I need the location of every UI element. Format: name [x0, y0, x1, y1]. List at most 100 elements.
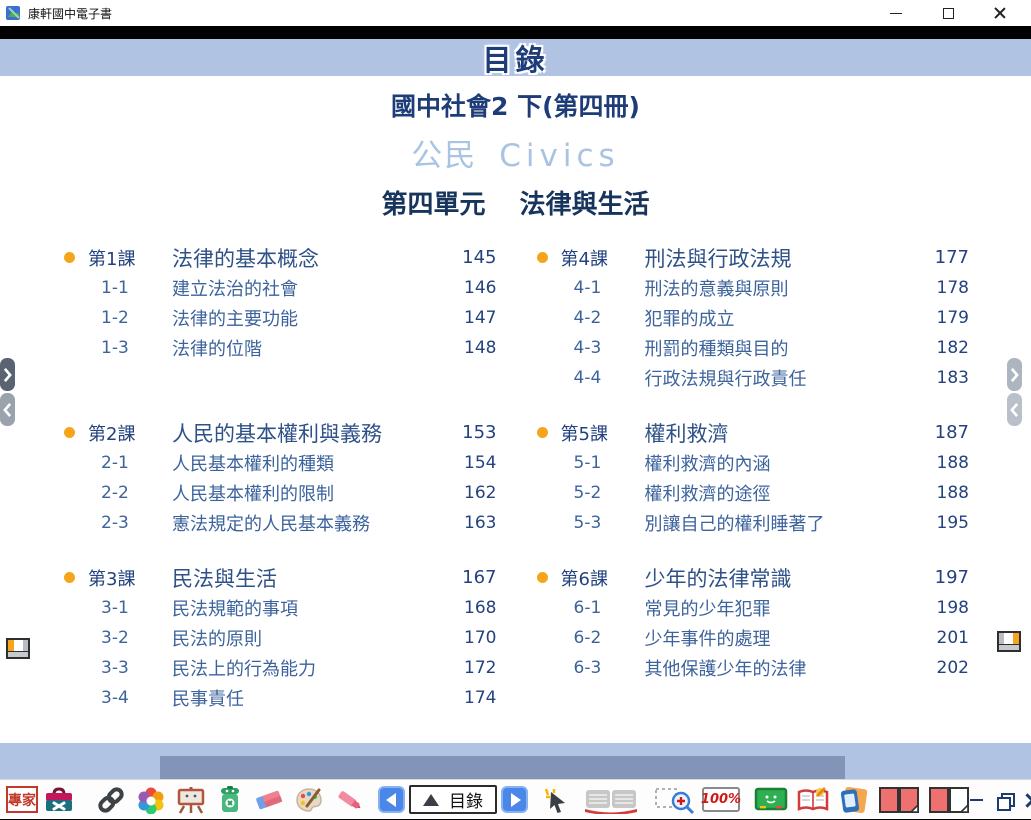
link-icon[interactable] [96, 786, 126, 814]
window-title: 康軒國中電子書 [28, 5, 112, 22]
toc-subitem[interactable]: 5-2 權利救濟的途徑 188 [535, 478, 970, 508]
toc-subitem[interactable]: 2-2 人民基本權利的限制 162 [62, 478, 497, 508]
marker-icon[interactable] [334, 786, 364, 814]
blackboard-icon[interactable] [754, 786, 788, 814]
next-page-preview-bar[interactable] [160, 756, 845, 779]
subitem-number: 3-2 [88, 628, 172, 648]
subitem-page-number: 172 [443, 658, 497, 678]
toc-subitem[interactable]: 5-1 權利救濟的內涵 188 [535, 448, 970, 478]
subitem-title: 常見的少年犯罪 [645, 595, 916, 621]
toc-lesson: 第3課 民法與生活 167 3-1 民法規範的事項 168 3-2 民法的原則 … [62, 562, 497, 713]
toc-subitem[interactable]: 5-3 別讓自己的權利睡著了 195 [535, 508, 970, 538]
subitem-title: 憲法規定的人民基本義務 [172, 510, 443, 536]
lesson-page-number: 145 [443, 247, 497, 268]
open-book-icon[interactable] [582, 786, 640, 814]
toc-subitem[interactable]: 6-1 常見的少年犯罪 198 [535, 593, 970, 623]
page-flip-right-button[interactable] [997, 631, 1021, 652]
zoom-area-icon[interactable] [654, 785, 696, 815]
notebook-pencil-icon[interactable] [796, 786, 830, 814]
left-panel-expand-button[interactable] [0, 358, 15, 391]
lesson-page-number: 187 [915, 422, 969, 443]
two-page-half-icon[interactable] [928, 785, 970, 815]
toc-lesson-head[interactable]: 第4課 刑法與行政法規 177 [535, 242, 970, 273]
subitem-page-number: 174 [443, 688, 497, 708]
toc-subitem[interactable]: 2-3 憲法規定的人民基本義務 163 [62, 508, 497, 538]
toolbox-icon[interactable] [44, 786, 74, 814]
subitem-page-number: 188 [915, 453, 969, 473]
zoom-level-indicator[interactable]: 100% [702, 787, 740, 812]
subitem-page-number: 202 [915, 658, 969, 678]
page-flip-left-button[interactable] [6, 638, 30, 659]
toc-lesson-head[interactable]: 第3課 民法與生活 167 [62, 562, 497, 593]
app-close-button[interactable] [1025, 793, 1031, 807]
subitem-number: 3-1 [88, 598, 172, 618]
page-title: 目錄 [482, 37, 548, 79]
subitem-page-number: 162 [443, 483, 497, 503]
subitem-number: 6-1 [561, 598, 645, 618]
lesson-title: 少年的法律常識 [645, 563, 916, 593]
subitem-number: 3-3 [88, 658, 172, 678]
expert-mode-button-left[interactable]: 專家 [6, 786, 38, 813]
subitem-title: 人民基本權利的種類 [172, 450, 443, 476]
eraser-icon[interactable] [254, 786, 284, 814]
window-minimize-button[interactable] [885, 4, 907, 22]
subitem-number: 4-2 [561, 308, 645, 328]
easel-icon[interactable] [176, 786, 206, 814]
subitem-page-number: 201 [915, 628, 969, 648]
subitem-title: 刑法的意義與原則 [645, 275, 916, 301]
unit-label: 第四單元 [381, 190, 485, 220]
toc-lesson: 第6課 少年的法律常識 197 6-1 常見的少年犯罪 198 6-2 少年事件… [535, 562, 970, 713]
lesson-bullet-icon [537, 427, 548, 438]
lesson-number: 第1課 [88, 245, 172, 271]
window-maximize-button[interactable] [937, 4, 959, 22]
toc-subitem[interactable]: 3-4 民事責任 174 [62, 683, 497, 713]
subitem-page-number: 195 [915, 513, 969, 533]
lesson-page-number: 167 [443, 567, 497, 588]
recycle-robot-icon[interactable] [216, 786, 244, 814]
page-select-box[interactable]: 目錄 [409, 785, 497, 814]
toc-subitem[interactable]: 1-3 法律的位階 148 [62, 333, 497, 363]
toc-subitem[interactable]: 3-1 民法規範的事項 168 [62, 593, 497, 623]
toc-grid: 第1課 法律的基本概念 145 1-1 建立法治的社會 146 1-2 法律的主… [62, 242, 969, 713]
toc-lesson-head[interactable]: 第2課 人民的基本權利與義務 153 [62, 417, 497, 448]
toc-subitem[interactable]: 1-1 建立法治的社會 146 [62, 273, 497, 303]
window-close-button[interactable] [989, 4, 1011, 22]
toc-subitem[interactable]: 6-2 少年事件的處理 201 [535, 623, 970, 653]
two-page-red-icon[interactable] [878, 785, 920, 815]
right-panel-collapse-button[interactable] [1007, 393, 1022, 426]
lesson-title: 刑法與行政法規 [645, 243, 916, 273]
toc-subitem[interactable]: 4-2 犯罪的成立 179 [535, 303, 970, 333]
prev-page-button[interactable] [378, 786, 405, 813]
toc-lesson-head[interactable]: 第6課 少年的法律常識 197 [535, 562, 970, 593]
lesson-page-number: 153 [443, 422, 497, 443]
palette-icon[interactable] [294, 786, 324, 814]
toc-lesson-head[interactable]: 第1課 法律的基本概念 145 [62, 242, 497, 273]
toc-subitem[interactable]: 4-4 行政法規與行政責任 183 [535, 363, 970, 393]
left-panel-collapse-button[interactable] [0, 393, 15, 426]
toc-subitem[interactable]: 4-3 刑罰的種類與目的 182 [535, 333, 970, 363]
toc-lesson: 第5課 權利救濟 187 5-1 權利救濟的內涵 188 5-2 權利救濟的途徑… [535, 417, 970, 538]
app-restore-button[interactable] [997, 793, 1011, 807]
toc-lesson: 第4課 刑法與行政法規 177 4-1 刑法的意義與原則 178 4-2 犯罪的… [535, 242, 970, 393]
subject-en: Civics [499, 138, 619, 174]
toc-lesson: 第2課 人民的基本權利與義務 153 2-1 人民基本權利的種類 154 2-2… [62, 417, 497, 538]
devices-icon[interactable] [838, 785, 870, 815]
next-page-button[interactable] [501, 786, 528, 813]
toc-subitem[interactable]: 4-1 刑法的意義與原則 178 [535, 273, 970, 303]
lesson-bullet-icon [64, 572, 75, 583]
toc-subitem[interactable]: 1-2 法律的主要功能 147 [62, 303, 497, 333]
toc-subitem[interactable]: 3-2 民法的原則 170 [62, 623, 497, 653]
unit-heading: 第四單元法律與生活 [0, 184, 1031, 221]
toc-lesson-head[interactable]: 第5課 權利救濟 187 [535, 417, 970, 448]
right-panel-expand-button[interactable] [1007, 358, 1022, 391]
flower-icon[interactable] [136, 786, 166, 814]
subitem-title: 民法上的行為能力 [172, 655, 443, 681]
toc-subitem[interactable]: 3-3 民法上的行為能力 172 [62, 653, 497, 683]
toc-subitem[interactable]: 6-3 其他保護少年的法律 202 [535, 653, 970, 683]
app-logo-icon [6, 5, 22, 21]
app-minimize-button[interactable] [970, 799, 983, 801]
subitem-page-number: 188 [915, 483, 969, 503]
pointer-icon[interactable] [542, 786, 572, 814]
toc-subitem[interactable]: 2-1 人民基本權利的種類 154 [62, 448, 497, 478]
subitem-page-number: 179 [915, 308, 969, 328]
